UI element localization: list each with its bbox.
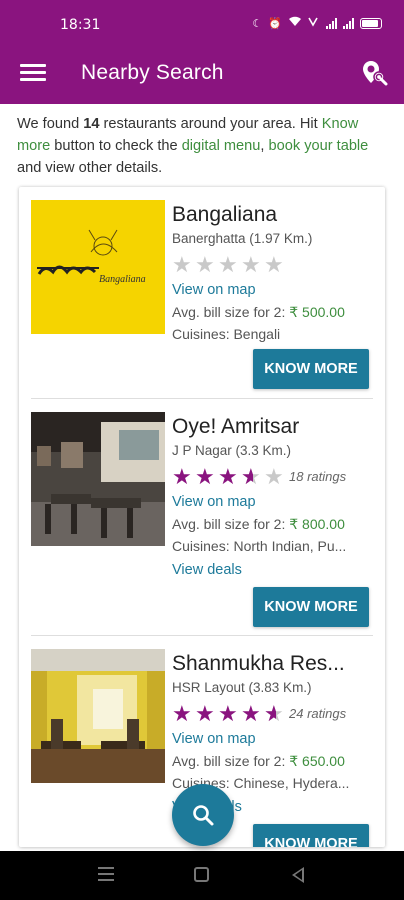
star-icon: ★	[241, 251, 261, 277]
recents-icon[interactable]	[98, 867, 114, 883]
view-on-map-link[interactable]: View on map	[172, 491, 377, 513]
restaurant-location: Banerghatta (1.97 Km.)	[172, 231, 313, 246]
view-deals-link[interactable]: View deals	[172, 559, 377, 581]
star-icon: ★	[241, 700, 261, 726]
wifi-icon	[288, 16, 302, 30]
avg-bill-label: Avg. bill size for 2:	[172, 753, 290, 769]
restaurant-item: Bangaliana Bangaliana Banerghatta (1.97 …	[19, 187, 385, 399]
restaurant-item: Oye! Amritsar J P Nagar (3.3 Km.) ★ ★ ★ …	[19, 399, 385, 635]
intro-text: We found 14 restaurants around your area…	[17, 113, 387, 179]
avg-bill-value: ₹ 800.00	[289, 516, 345, 532]
cuisines: Cuisines: Bengali	[172, 326, 281, 342]
half-star-icon: ★	[241, 465, 264, 488]
star-icon: ★	[264, 463, 284, 489]
battery-icon	[360, 17, 382, 29]
star-icon: ★	[218, 251, 238, 277]
restaurant-photo[interactable]	[31, 412, 165, 546]
star-icon: ★	[195, 251, 215, 277]
star-icon: ★	[264, 251, 284, 277]
star-icon: ★	[172, 700, 192, 726]
restaurant-location: HSR Layout (3.83 Km.)	[172, 680, 312, 695]
intro-digital-menu: digital menu	[181, 138, 261, 154]
intro-part1: We found	[17, 116, 84, 132]
star-icon: ★	[195, 463, 215, 489]
ratings-count: 18 ratings	[289, 469, 347, 484]
volte-icon	[308, 16, 320, 30]
restaurant-location: J P Nagar (3.3 Km.)	[172, 443, 292, 458]
app-bar: Nearby Search	[0, 42, 404, 104]
restaurant-list-card: Bangaliana Bangaliana Banerghatta (1.97 …	[19, 187, 385, 847]
avg-bill-value: ₹ 650.00	[289, 753, 345, 769]
system-nav-bar	[0, 851, 404, 900]
know-more-button[interactable]: KNOW MORE	[253, 349, 369, 389]
avg-bill: Avg. bill size for 2: ₹ 650.00	[172, 750, 377, 772]
restaurant-name[interactable]: Shanmukha Res...	[172, 650, 377, 678]
cuisines: Cuisines: North Indian, Pu...	[172, 538, 347, 554]
avg-bill-label: Avg. bill size for 2:	[172, 304, 290, 320]
alarm-icon: ⏰	[268, 16, 282, 30]
avg-bill: Avg. bill size for 2: ₹ 800.00	[172, 513, 377, 535]
intro-part2: restaurants around your area. Hit	[99, 116, 322, 132]
intro-part4: and view other details.	[17, 160, 163, 176]
intro-comma: ,	[260, 138, 269, 154]
view-on-map-link[interactable]: View on map	[172, 728, 377, 750]
restaurant-name[interactable]: Oye! Amritsar	[172, 413, 377, 441]
star-icon: ★	[195, 700, 215, 726]
restaurant-logo[interactable]: Bangaliana	[31, 200, 165, 334]
star-icon: ★	[172, 463, 192, 489]
signal-icon	[326, 17, 337, 29]
home-icon[interactable]	[194, 867, 209, 882]
signal-icon-2	[343, 17, 354, 29]
rating-stars: ★ ★ ★ ★ ★	[172, 252, 377, 277]
status-time: 18:31	[60, 17, 101, 33]
view-on-map-link[interactable]: View on map	[172, 279, 377, 301]
location-search-icon[interactable]	[360, 58, 390, 88]
status-bar: 18:31 ☾ ⏰	[0, 0, 404, 42]
search-fab-button[interactable]	[172, 784, 234, 846]
restaurant-info: Oye! Amritsar J P Nagar (3.3 Km.) ★ ★ ★ …	[172, 413, 377, 581]
half-star-icon: ★	[264, 702, 287, 725]
page-title: Nearby Search	[81, 61, 224, 84]
rating-stars: ★ ★ ★ ★ ★ 18 ratings	[172, 464, 377, 489]
star-icon: ★	[218, 463, 238, 489]
restaurant-info: Bangaliana Banerghatta (1.97 Km.) ★ ★ ★ …	[172, 201, 377, 345]
star-icon: ★	[172, 251, 192, 277]
intro-book-table: book your table	[268, 138, 369, 154]
moon-icon: ☾	[252, 16, 263, 30]
restaurant-name[interactable]: Bangaliana	[172, 201, 377, 229]
intro-part3: button to check the	[50, 138, 182, 154]
avg-bill-value: ₹ 500.00	[289, 304, 345, 320]
avg-bill: Avg. bill size for 2: ₹ 500.00	[172, 301, 377, 323]
know-more-button[interactable]: KNOW MORE	[253, 824, 369, 847]
restaurant-logo-text: Bangaliana	[99, 274, 146, 285]
restaurant-photo[interactable]	[31, 649, 165, 783]
ratings-count: 24 ratings	[289, 706, 347, 721]
avg-bill-label: Avg. bill size for 2:	[172, 516, 290, 532]
restaurant-count: 14	[83, 116, 100, 132]
know-more-button[interactable]: KNOW MORE	[253, 587, 369, 627]
menu-icon[interactable]	[20, 64, 46, 84]
search-icon	[193, 805, 214, 826]
rating-stars: ★ ★ ★ ★ ★ 24 ratings	[172, 701, 377, 726]
back-icon[interactable]	[292, 867, 304, 883]
star-icon: ★	[218, 700, 238, 726]
status-icons: ☾ ⏰	[252, 16, 382, 30]
